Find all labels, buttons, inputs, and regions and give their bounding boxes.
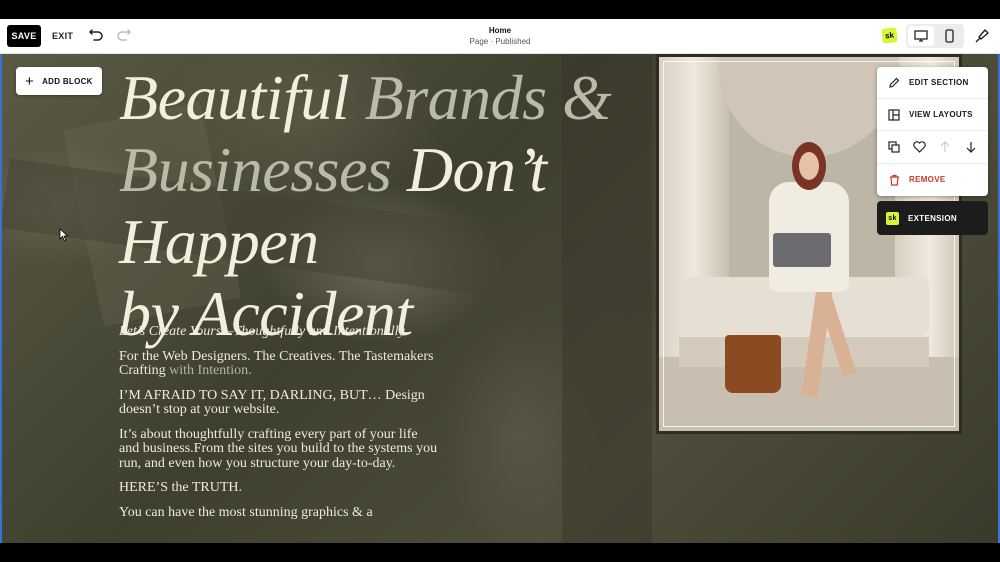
edit-section-label: EDIT SECTION xyxy=(909,78,969,87)
move-down-icon[interactable] xyxy=(963,139,979,155)
remove-label: REMOVE xyxy=(909,175,946,184)
paintbrush-icon[interactable] xyxy=(973,27,991,45)
add-block-label: ADD BLOCK xyxy=(42,76,93,86)
extension-label: EXTENSION xyxy=(908,213,957,223)
sk-logo: sk xyxy=(886,211,899,225)
save-button[interactable]: SAVE xyxy=(7,25,41,47)
layout-icon xyxy=(887,108,901,122)
page-status: Page · Published xyxy=(469,37,531,46)
mouse-cursor-icon xyxy=(59,228,69,242)
trash-icon xyxy=(887,173,901,187)
plus-icon: + xyxy=(25,72,35,90)
add-block-button[interactable]: + ADD BLOCK xyxy=(16,67,102,95)
paragraph: For the Web Designers. The Creatives. Th… xyxy=(119,348,439,379)
desktop-view-icon[interactable] xyxy=(908,26,934,46)
section-toolbar: EDIT SECTION VIEW LAYOUTS REMOVE xyxy=(877,67,988,196)
paragraph: You can have the most stunning graphics … xyxy=(119,504,373,520)
extension-button[interactable]: sk EXTENSION xyxy=(877,201,988,235)
remove-section-button[interactable]: REMOVE xyxy=(877,164,988,195)
redo-icon[interactable] xyxy=(116,28,132,44)
mobile-view-icon[interactable] xyxy=(936,26,962,46)
hero-body-text[interactable]: Let’s Create Yours—Thoughtfully and Inte… xyxy=(119,324,439,530)
section-actions xyxy=(877,131,988,162)
move-up-icon[interactable] xyxy=(937,139,953,155)
heart-icon[interactable] xyxy=(912,139,928,155)
device-view-toggle xyxy=(906,24,964,48)
paragraph: It’s about thoughtfully crafting every p… xyxy=(119,426,438,471)
view-layouts-label: VIEW LAYOUTS xyxy=(909,110,973,119)
page-title: Home xyxy=(488,26,512,35)
paragraph-emphasis: with Intention. xyxy=(169,363,252,378)
view-layouts-button[interactable]: VIEW LAYOUTS xyxy=(877,99,988,130)
pencil-icon xyxy=(887,76,901,90)
headline-part: Beautiful xyxy=(119,62,350,133)
headline-part: Brands & xyxy=(364,62,612,133)
sk-extension-badge[interactable]: sk xyxy=(881,27,898,44)
exit-button[interactable]: EXIT xyxy=(52,25,74,47)
paragraph: I’M AFRAID TO SAY IT, DARLING, BUT… Desi… xyxy=(119,387,425,417)
duplicate-icon[interactable] xyxy=(886,139,902,155)
undo-icon[interactable] xyxy=(88,28,104,44)
editor-topbar: SAVE EXIT Home Page · Published sk xyxy=(0,19,1000,54)
intro-line: Let’s Create Yours—Thoughtfully and Inte… xyxy=(119,324,408,339)
hero-headline[interactable]: Beautiful Brands & Businesses Don’t Happ… xyxy=(119,62,739,350)
page-section-canvas[interactable]: + ADD BLOCK Beautiful Brands & Businesse… xyxy=(0,54,1000,543)
paragraph: HERE’S the TRUTH. xyxy=(119,480,243,495)
headline-part: Businesses xyxy=(119,134,392,205)
edit-section-button[interactable]: EDIT SECTION xyxy=(877,67,988,98)
paragraph-text: For the Web Designers. The Creatives. Th… xyxy=(119,348,434,378)
